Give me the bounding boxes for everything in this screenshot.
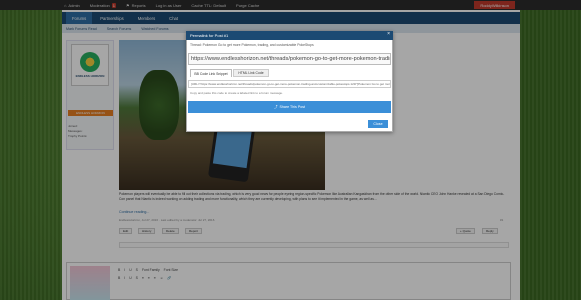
- tab-html-link-code[interactable]: HTML Link Code: [233, 69, 269, 77]
- thread-title-text: Thread: Pokemon Go to get more Pokemon, …: [190, 43, 314, 47]
- share-post-button[interactable]: ⤴ Share This Post: [188, 101, 391, 113]
- modal-header: Permalink for Post #1 ×: [186, 31, 393, 40]
- bbcode-snippet-input[interactable]: [URL="https://www.endlesshorizon.net/thr…: [188, 80, 391, 88]
- share-icon: ⤴: [273, 104, 278, 109]
- permalink-url-input[interactable]: https://www.endlesshorizon.net/threads/p…: [188, 53, 391, 65]
- modal-title: Permalink for Post #1: [190, 33, 229, 38]
- snippet-hint: Copy and paste this code to create a lab…: [190, 91, 283, 95]
- close-icon[interactable]: ×: [387, 31, 390, 37]
- close-button[interactable]: Close: [368, 120, 388, 128]
- share-post-label: Share This Post: [279, 105, 306, 109]
- tab-bbcode-snippet[interactable]: BB Code Link Snippet: [190, 69, 232, 77]
